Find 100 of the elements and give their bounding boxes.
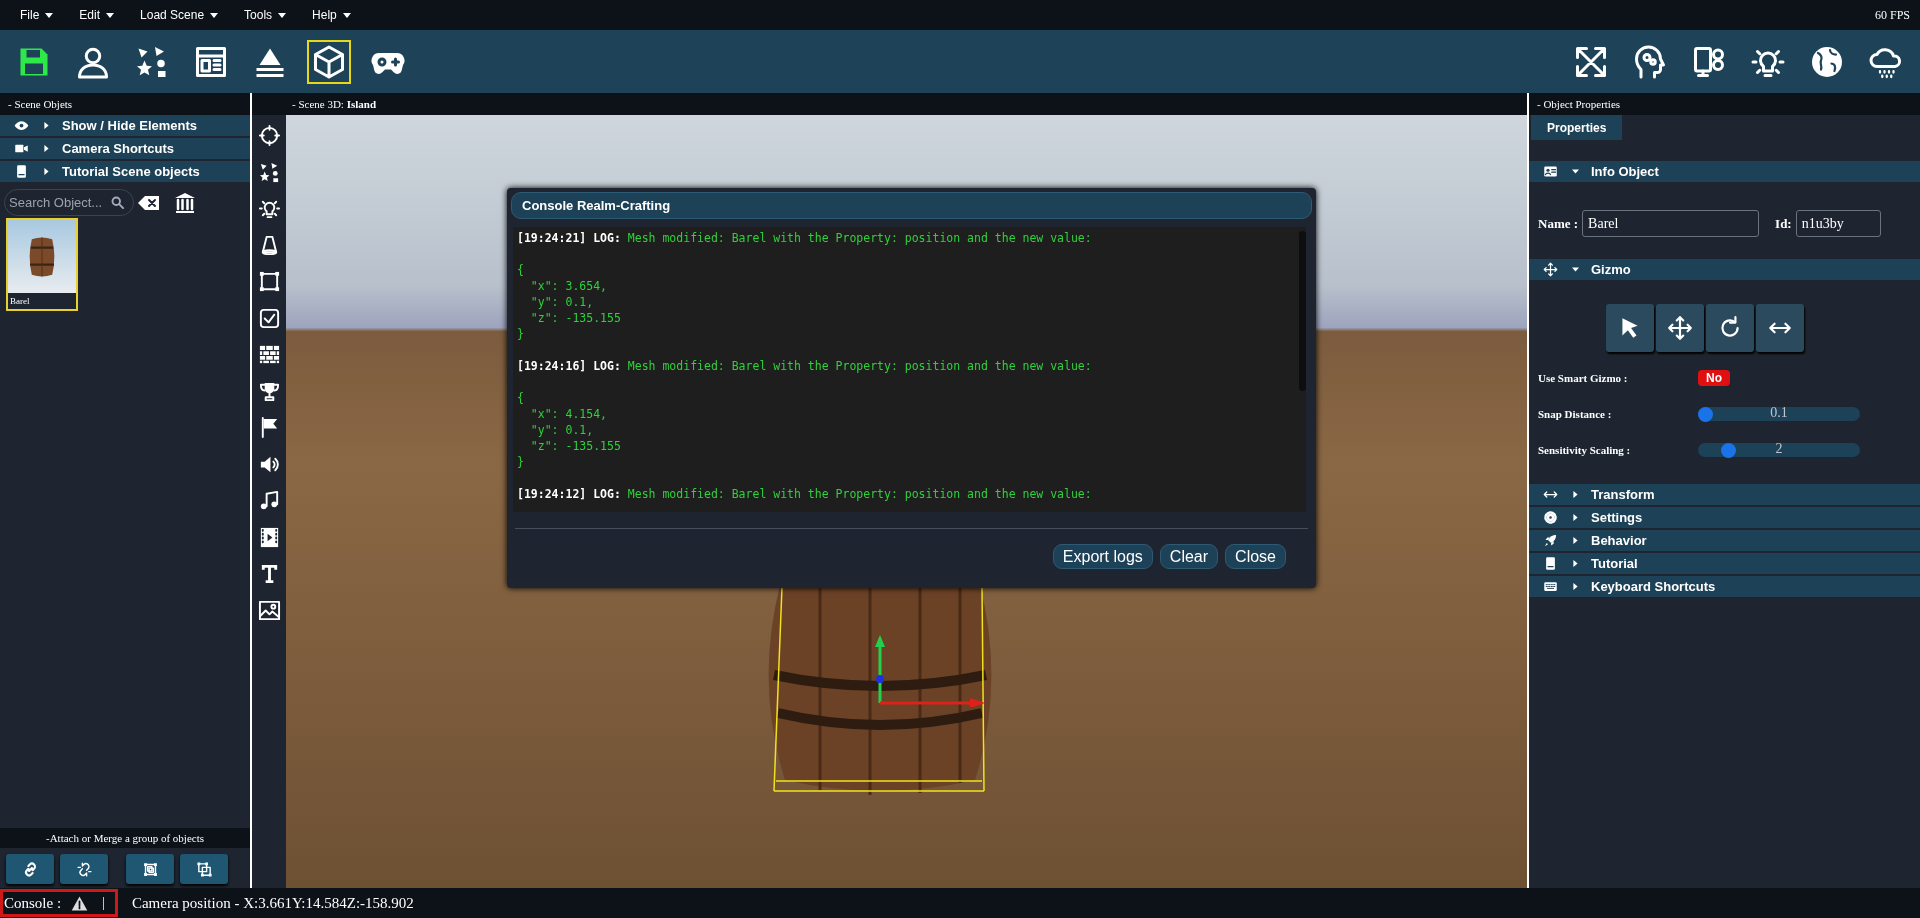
section-header[interactable]: Gizmo	[1529, 259, 1920, 280]
keyboard-icon	[1543, 579, 1558, 594]
log-timestamp: [19:24:16]	[517, 359, 587, 373]
dialog-button[interactable]: Clear	[1159, 544, 1219, 569]
caret-icon	[1572, 514, 1579, 521]
3d-viewport[interactable]	[286, 115, 1527, 888]
checkbox-icon[interactable]	[257, 306, 281, 330]
caret-icon	[1572, 583, 1579, 590]
ungroup-icon	[195, 860, 213, 878]
unlink-button[interactable]	[60, 854, 108, 884]
log-message: Mesh modified: Barel with the Property: position and the new value:	[627, 359, 1092, 373]
section-header[interactable]: Show / Hide Elements	[0, 115, 250, 136]
log-message: Mesh modified: Barel with the Property: position and the new value:	[627, 231, 1092, 245]
log-level: LOG:	[593, 487, 621, 501]
option-label: Sensitivity Scaling :	[1538, 444, 1632, 456]
shapes-icon[interactable]	[257, 160, 281, 184]
panel-title: - Scene 3D: Island	[292, 98, 377, 110]
log-level: LOG:	[593, 359, 621, 373]
id-field[interactable]: n1u3by	[1795, 210, 1881, 237]
menu-item[interactable]: Tools	[244, 8, 287, 22]
log-value: { "x": 3.654, "y": 0.1, "z": -135.155 }	[517, 262, 622, 342]
gizmo-mode-button[interactable]	[1655, 304, 1704, 352]
log-level: LOG:	[593, 231, 621, 245]
log-timestamp: [19:24:21]	[517, 231, 587, 245]
move-icon	[1543, 262, 1558, 277]
caret-icon	[1572, 266, 1579, 273]
settings-icon	[1543, 510, 1558, 525]
gizmo-mode-button[interactable]	[1605, 304, 1654, 352]
warning-icon[interactable]	[71, 894, 89, 912]
log-message: Mesh modified: Barel with the Property: position and the new value:	[627, 487, 1092, 501]
slider-track[interactable]: 2	[1698, 443, 1860, 457]
name-field[interactable]: Barel	[1582, 210, 1760, 237]
ungroup-button[interactable]	[180, 854, 228, 884]
menu-item[interactable]: File	[20, 8, 54, 22]
caret-icon	[45, 12, 54, 18]
scrollbar[interactable]	[1299, 231, 1306, 391]
caret-icon	[43, 122, 50, 129]
move-icon	[1666, 315, 1693, 341]
unlink-icon	[75, 860, 93, 878]
image-icon[interactable]	[257, 598, 281, 622]
dialog-title: Console Realm-Crafting	[511, 192, 1312, 219]
gizmo-mode-button[interactable]	[1755, 304, 1804, 352]
section-header[interactable]: Keyboard Shortcuts	[1529, 576, 1920, 597]
option-label: Snap Distance :	[1538, 408, 1613, 420]
caret-icon	[106, 12, 115, 18]
caret-icon	[43, 145, 50, 152]
gizmo-mode-button[interactable]	[1705, 304, 1754, 352]
separator: |	[102, 895, 105, 911]
book-icon	[14, 164, 29, 179]
tab[interactable]: Properties	[1531, 115, 1623, 140]
menu-item[interactable]: Help	[312, 8, 351, 22]
log-timestamp: [19:24:12]	[517, 487, 587, 501]
toggle-button[interactable]: No	[1698, 370, 1730, 386]
slider-track[interactable]: 0.1	[1698, 407, 1860, 421]
search-field[interactable]: Search Object...	[4, 189, 134, 216]
object-thumbnail[interactable]: Barel	[6, 218, 78, 311]
panel-title: - Object Properties	[1537, 98, 1621, 110]
section-header[interactable]: Transform	[1529, 484, 1920, 505]
section-header[interactable]: Camera Shortcuts	[0, 138, 250, 159]
console-label: Console :	[4, 894, 62, 912]
caret-icon	[278, 12, 287, 18]
caret-icon	[1572, 168, 1579, 175]
slider-thumb[interactable]	[1698, 407, 1713, 422]
section-header[interactable]: Info Object	[1529, 161, 1920, 182]
section-header[interactable]: Behavior	[1529, 530, 1920, 551]
field-label: Name :	[1538, 215, 1579, 232]
section-header[interactable]: Tutorial	[1529, 553, 1920, 574]
crosshair-icon[interactable]	[257, 124, 281, 147]
group-section-title: -Attach or Merge a group of objects	[0, 828, 250, 848]
caret-icon	[342, 12, 351, 18]
panel-title: - Scene Objets	[8, 98, 73, 110]
cube-icon[interactable]	[307, 39, 351, 84]
dialog-button[interactable]: Close	[1225, 544, 1286, 569]
caret-icon	[210, 12, 219, 18]
section-header[interactable]: Tutorial Scene objects	[0, 161, 250, 182]
link-button[interactable]	[6, 854, 54, 884]
caret-icon	[1572, 491, 1579, 498]
brick-wall-icon[interactable]	[257, 343, 281, 366]
slider-value: 0.1	[1770, 405, 1788, 421]
id-card-icon	[1543, 164, 1558, 179]
log-value: { "x": 4.154, "y": 0.1, "z": -135.155 }	[517, 390, 622, 470]
group-icon	[141, 860, 159, 878]
caret-icon	[1572, 560, 1579, 567]
slider-thumb[interactable]	[1720, 443, 1736, 458]
book-icon	[1543, 556, 1558, 571]
section-header[interactable]: Settings	[1529, 507, 1920, 528]
rocket-icon	[1543, 533, 1558, 548]
eye-icon	[14, 118, 29, 133]
fps-counter: 60 FPS	[1874, 7, 1910, 23]
menu-item[interactable]: Edit	[79, 8, 115, 22]
option-label: Use Smart Gizmo :	[1538, 372, 1629, 384]
dialog-button[interactable]: Export logs	[1052, 544, 1153, 569]
field-label: Id:	[1775, 215, 1792, 232]
menu-item[interactable]: Load Scene	[140, 8, 219, 22]
selection-box-icon[interactable]	[257, 270, 281, 293]
caret-icon	[1572, 537, 1579, 544]
camera-position: Camera position - X:3.661Y:14.584Z:-158.902	[131, 894, 414, 912]
group-button[interactable]	[126, 854, 174, 884]
museum-icon[interactable]	[173, 190, 197, 215]
caret-icon	[43, 168, 50, 175]
